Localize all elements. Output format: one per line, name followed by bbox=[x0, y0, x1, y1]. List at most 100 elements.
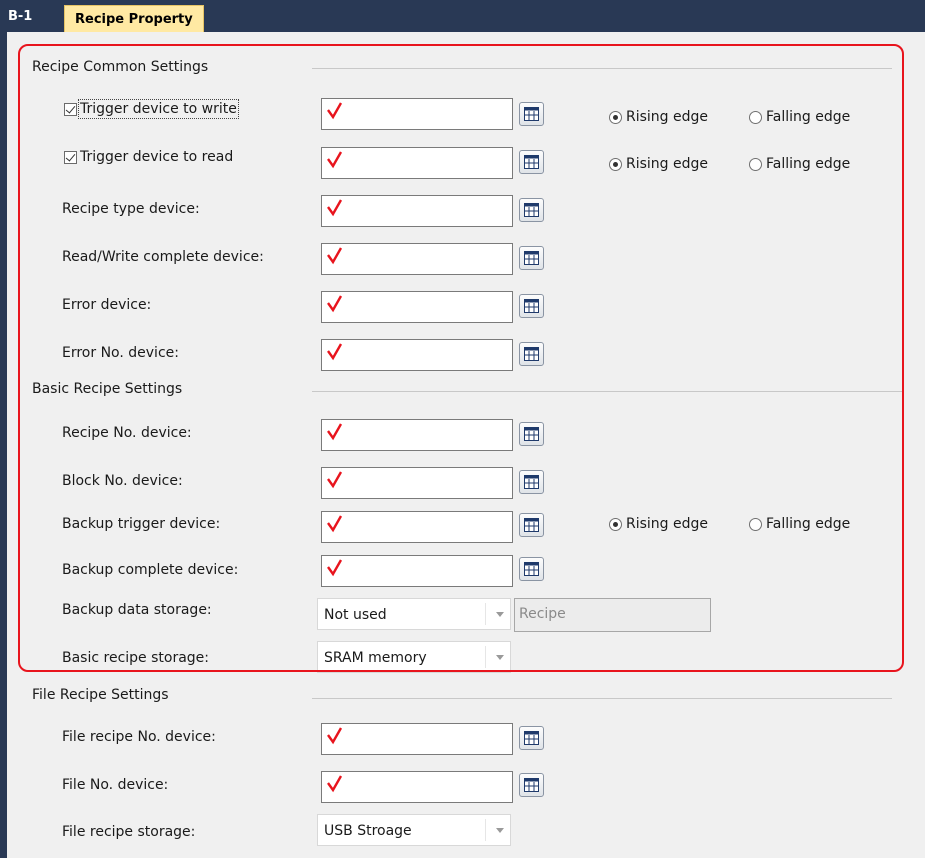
trigger-read-rising-radio[interactable]: Rising edge bbox=[609, 156, 708, 172]
falling-edge-label: Falling edge bbox=[766, 156, 851, 172]
trigger-read-checkbox[interactable] bbox=[64, 150, 77, 164]
rw-complete-device-button[interactable] bbox=[519, 246, 544, 270]
section-divider-common bbox=[312, 68, 892, 69]
trigger-write-rising-radio[interactable]: Rising edge bbox=[609, 109, 708, 125]
block-no-device-input[interactable] bbox=[321, 467, 513, 499]
backup-rising-radio[interactable]: Rising edge bbox=[609, 516, 708, 532]
trigger-write-checkbox[interactable] bbox=[64, 102, 77, 116]
trigger-write-falling-radio[interactable]: Falling edge bbox=[749, 109, 850, 125]
dropdown-separator bbox=[485, 646, 486, 668]
device-browse-icon bbox=[524, 475, 539, 489]
recipe-no-device-button[interactable] bbox=[519, 422, 544, 446]
recipe-no-device-input[interactable] bbox=[321, 419, 513, 451]
error-no-label: Error No. device: bbox=[62, 345, 179, 361]
basic-storage-dropdown[interactable]: SRAM memory bbox=[317, 641, 511, 673]
block-no-device-button[interactable] bbox=[519, 470, 544, 494]
red-check-icon bbox=[327, 199, 343, 217]
left-border bbox=[0, 32, 7, 858]
red-check-icon bbox=[327, 727, 343, 745]
recipe-type-label: Recipe type device: bbox=[62, 201, 200, 217]
error-no-device-button[interactable] bbox=[519, 342, 544, 366]
trigger-write-device-button[interactable] bbox=[519, 102, 544, 126]
red-check-icon bbox=[327, 151, 343, 169]
backup-storage-label: Backup data storage: bbox=[62, 602, 212, 618]
backup-complete-label: Backup complete device: bbox=[62, 562, 239, 578]
backup-complete-device-button[interactable] bbox=[519, 557, 544, 581]
backup-complete-device-input[interactable] bbox=[321, 555, 513, 587]
red-check-icon bbox=[327, 102, 343, 120]
tab-id-label[interactable]: B-1 bbox=[8, 9, 32, 24]
error-no-device-input[interactable] bbox=[321, 339, 513, 371]
file-storage-dropdown[interactable]: USB Stroage bbox=[317, 814, 511, 846]
device-browse-icon bbox=[524, 203, 539, 217]
section-title-common: Recipe Common Settings bbox=[32, 59, 209, 75]
file-no-device-input[interactable] bbox=[321, 771, 513, 803]
device-browse-icon bbox=[524, 251, 539, 265]
red-check-icon bbox=[327, 295, 343, 313]
dropdown-separator bbox=[485, 819, 486, 841]
radio-icon[interactable] bbox=[609, 157, 622, 171]
trigger-write-checkbox-row[interactable]: Trigger device to write bbox=[64, 99, 239, 119]
device-browse-icon bbox=[524, 518, 539, 532]
radio-icon[interactable] bbox=[749, 517, 762, 531]
red-check-icon bbox=[327, 423, 343, 441]
red-check-icon bbox=[327, 515, 343, 533]
chevron-down-icon[interactable] bbox=[496, 828, 504, 833]
rw-complete-device-input[interactable] bbox=[321, 243, 513, 275]
backup-storage-value: Not used bbox=[324, 607, 387, 623]
trigger-read-checkbox-row[interactable]: Trigger device to read bbox=[64, 149, 233, 165]
section-divider-basic bbox=[312, 391, 904, 392]
radio-icon[interactable] bbox=[609, 110, 622, 124]
device-browse-icon bbox=[524, 562, 539, 576]
backup-trigger-device-button[interactable] bbox=[519, 513, 544, 537]
file-storage-label: File recipe storage: bbox=[62, 824, 196, 840]
device-browse-icon bbox=[524, 107, 539, 121]
file-recipe-no-device-input[interactable] bbox=[321, 723, 513, 755]
rising-edge-label: Rising edge bbox=[626, 109, 709, 125]
device-browse-icon bbox=[524, 778, 539, 792]
chevron-down-icon[interactable] bbox=[496, 655, 504, 660]
device-browse-icon bbox=[524, 427, 539, 441]
error-device-button[interactable] bbox=[519, 294, 544, 318]
backup-trigger-label: Backup trigger device: bbox=[62, 516, 221, 532]
trigger-read-device-button[interactable] bbox=[519, 150, 544, 174]
red-check-icon bbox=[327, 343, 343, 361]
backup-trigger-device-input[interactable] bbox=[321, 511, 513, 543]
basic-storage-label: Basic recipe storage: bbox=[62, 650, 210, 666]
recipe-type-device-button[interactable] bbox=[519, 198, 544, 222]
chevron-down-icon[interactable] bbox=[496, 612, 504, 617]
device-browse-icon bbox=[524, 347, 539, 361]
section-title-file: File Recipe Settings bbox=[32, 687, 169, 703]
radio-icon[interactable] bbox=[749, 110, 762, 124]
section-title-basic: Basic Recipe Settings bbox=[32, 381, 183, 397]
recipe-type-device-input[interactable] bbox=[321, 195, 513, 227]
trigger-read-label[interactable]: Trigger device to read bbox=[80, 149, 233, 165]
falling-edge-label: Falling edge bbox=[766, 109, 851, 125]
file-recipe-no-device-button[interactable] bbox=[519, 726, 544, 750]
device-browse-icon bbox=[524, 731, 539, 745]
red-check-icon bbox=[327, 559, 343, 577]
trigger-write-label[interactable]: Trigger device to write bbox=[78, 99, 239, 119]
radio-icon[interactable] bbox=[609, 517, 622, 531]
error-device-label: Error device: bbox=[62, 297, 152, 313]
radio-icon[interactable] bbox=[749, 157, 762, 171]
backup-falling-radio[interactable]: Falling edge bbox=[749, 516, 850, 532]
trigger-write-device-input[interactable] bbox=[321, 98, 513, 130]
file-no-label: File No. device: bbox=[62, 777, 169, 793]
file-storage-value: USB Stroage bbox=[324, 823, 412, 839]
dropdown-separator bbox=[485, 603, 486, 625]
section-divider-file bbox=[312, 698, 892, 699]
file-no-device-button[interactable] bbox=[519, 773, 544, 797]
tab-recipe-property[interactable]: Recipe Property bbox=[64, 5, 204, 33]
trigger-read-device-input[interactable] bbox=[321, 147, 513, 179]
backup-recipe-field: Recipe bbox=[514, 598, 711, 632]
device-browse-icon bbox=[524, 299, 539, 313]
error-device-input[interactable] bbox=[321, 291, 513, 323]
block-no-label: Block No. device: bbox=[62, 473, 183, 489]
trigger-read-falling-radio[interactable]: Falling edge bbox=[749, 156, 850, 172]
recipe-no-label: Recipe No. device: bbox=[62, 425, 192, 441]
backup-recipe-placeholder: Recipe bbox=[519, 606, 566, 622]
backup-storage-dropdown[interactable]: Not used bbox=[317, 598, 511, 630]
file-recipe-no-label: File recipe No. device: bbox=[62, 729, 216, 745]
red-check-icon bbox=[327, 247, 343, 265]
